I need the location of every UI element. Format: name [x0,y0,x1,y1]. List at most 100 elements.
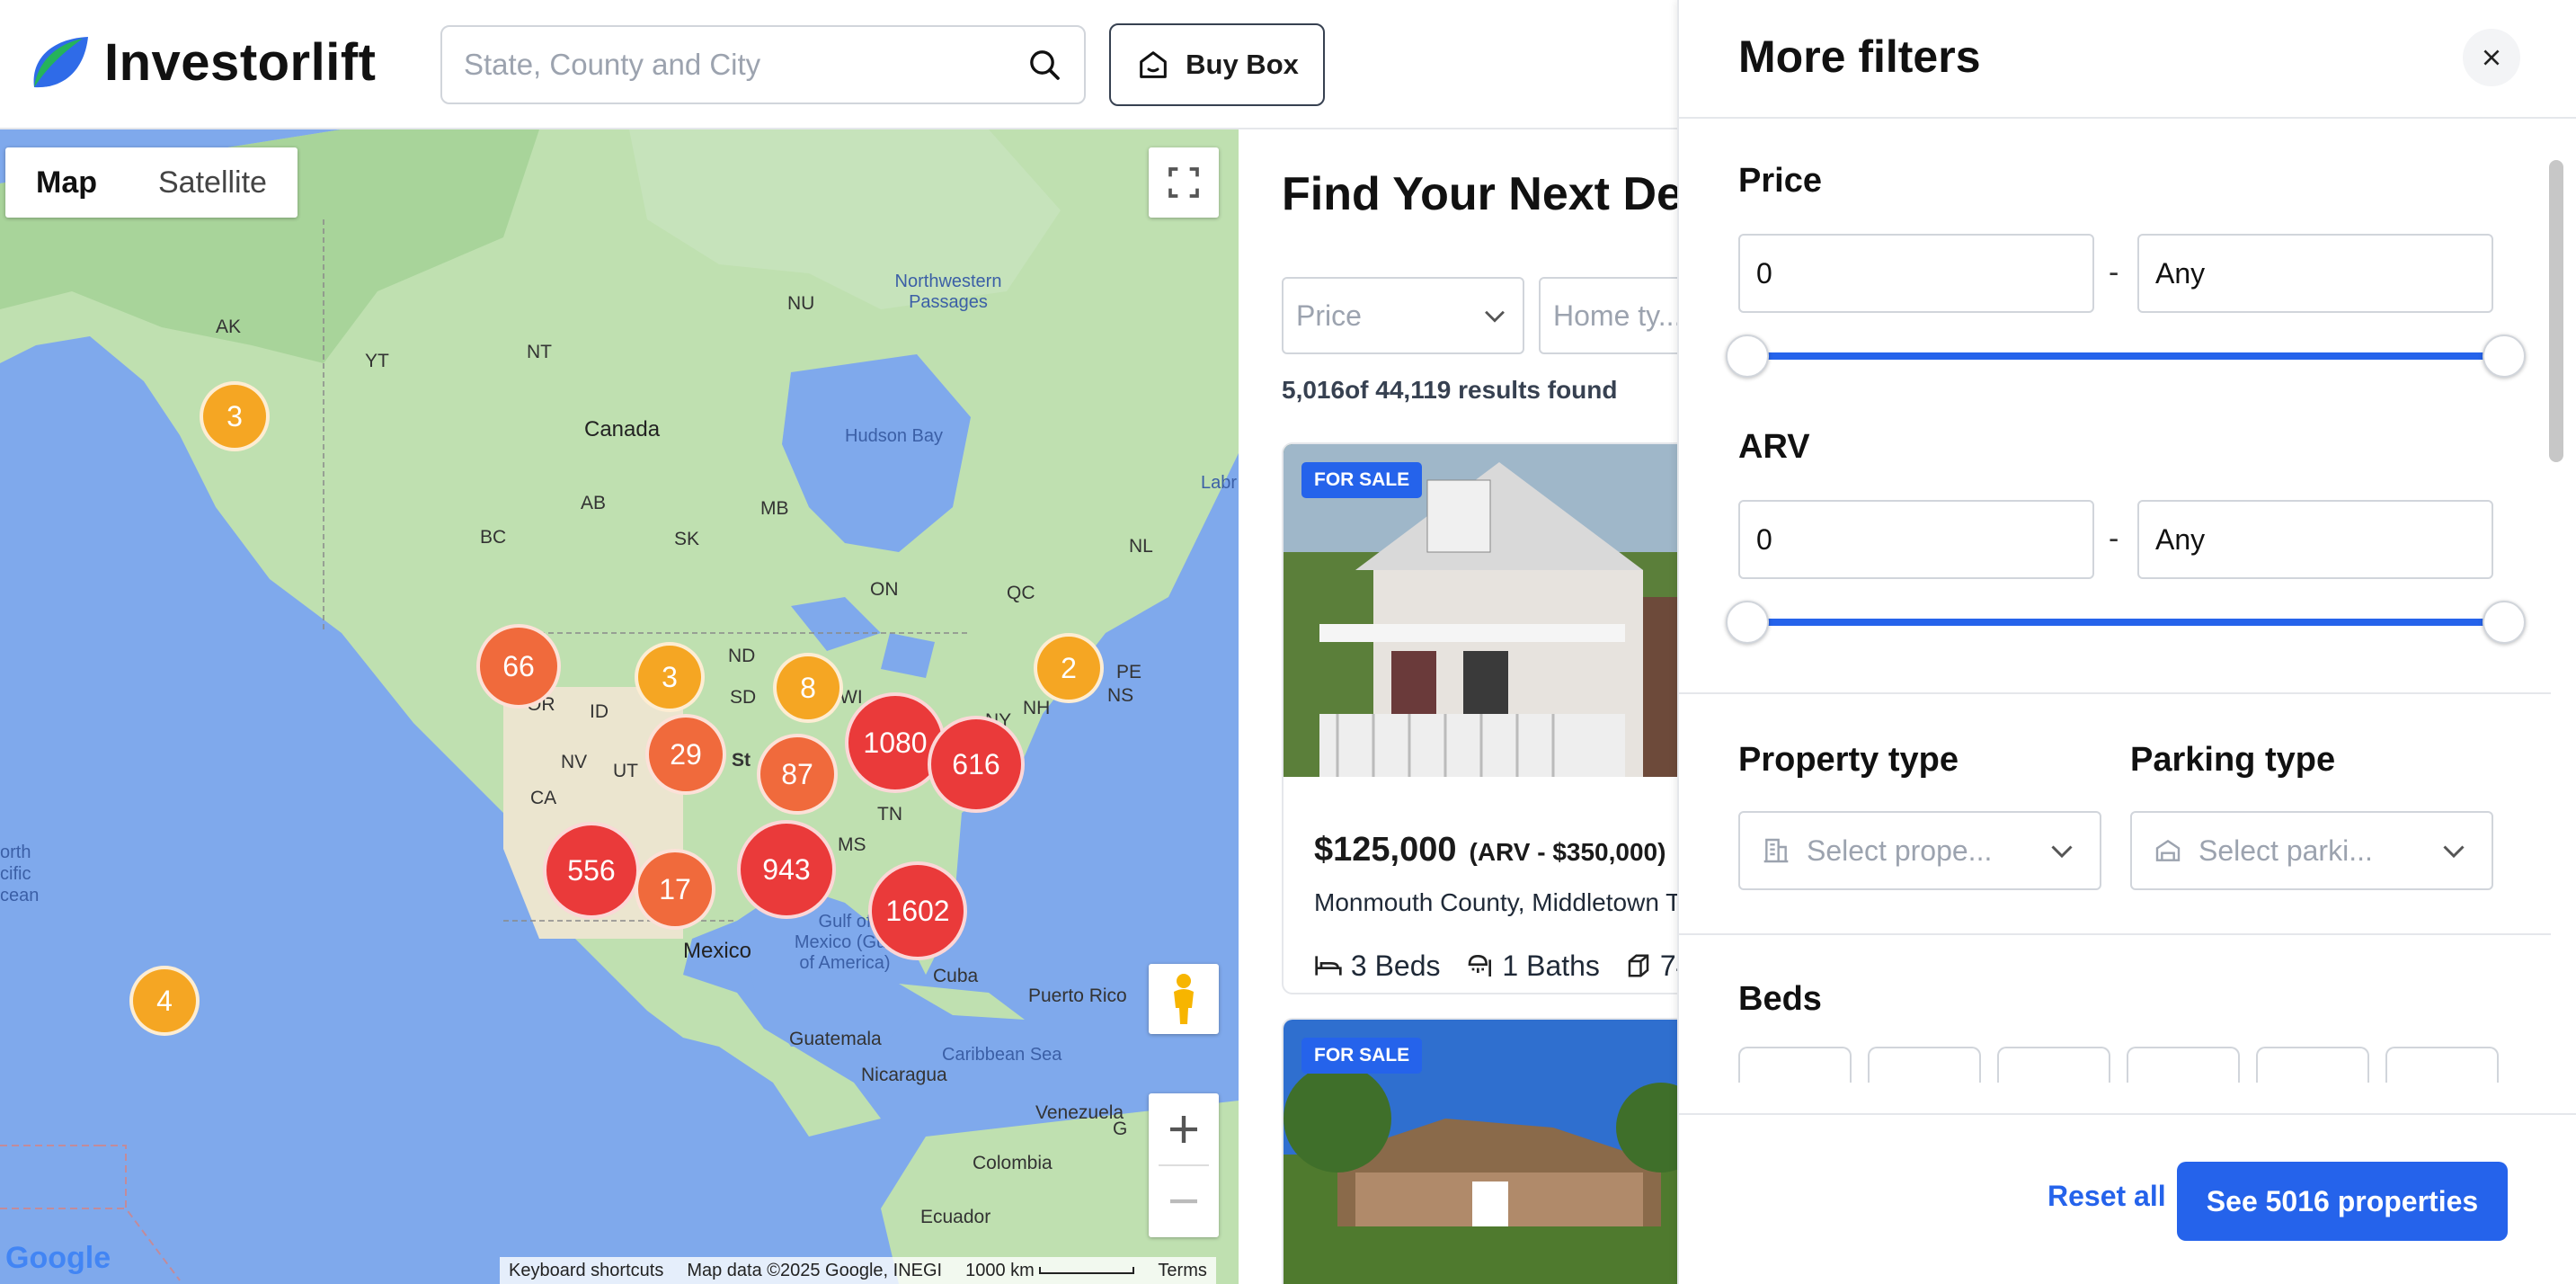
map-cluster[interactable]: 4 [129,966,200,1036]
map-type-satellite[interactable]: Satellite [128,147,298,218]
app-root: Investorlift Buy Box [0,0,2576,1284]
map-cluster[interactable]: 3 [635,642,705,712]
map-label-northwestern-passages: Northwestern Passages [894,272,1002,312]
map-label-venezuela: Venezuela [1035,1102,1124,1123]
chevron-down-icon [2051,845,2073,859]
map-cluster[interactable]: 2 [1034,633,1104,703]
map-cluster[interactable]: 8 [773,653,843,723]
map-cluster[interactable]: 943 [737,820,836,919]
brand-logo[interactable]: Investorlift [29,32,377,93]
home-type-filter-dropdown[interactable]: Home ty... [1539,277,1677,354]
price-slider-max-handle[interactable] [2483,334,2526,378]
chevron-down-icon [1485,310,1505,323]
section-divider [1679,933,2551,935]
property-specs: 3 Beds 1 Baths 74 [1314,950,1677,983]
keyboard-shortcuts-link[interactable]: Keyboard shortcuts [509,1261,663,1281]
location-search[interactable] [440,25,1086,104]
beds-option[interactable] [1868,1047,1981,1083]
house-icon [1140,51,1167,78]
price-slider-min-handle[interactable] [1726,334,1769,378]
property-map[interactable]: Map Satellite Canada Mexico Hudson Bay N… [0,129,1239,1284]
map-cluster[interactable]: 3 [200,381,270,451]
beds-option[interactable] [2385,1047,2499,1083]
plus-icon [1170,1115,1197,1143]
drawer-title: More filters [1738,31,1981,82]
map-cluster[interactable]: 66 [476,624,561,709]
arv-min-input[interactable] [1738,500,2094,579]
map-label-caribbean: Caribbean Sea [942,1045,1062,1065]
property-price: $125,000 (ARV - $350,000) [1314,831,1666,869]
map-cluster[interactable]: 17 [635,849,715,930]
reset-all-button[interactable]: Reset all [2047,1180,2166,1213]
map-cluster[interactable]: 1602 [868,861,967,960]
close-drawer-button[interactable] [2463,29,2520,86]
map-cluster[interactable]: 29 [645,714,726,795]
price-min-input[interactable] [1738,234,2094,313]
drawer-footer: Reset all See 5016 properties [1679,1113,2576,1284]
map-label-nt: NT [527,342,552,362]
beds-option[interactable] [1738,1047,1852,1083]
arv-value: (ARV - $350,000) [1469,838,1666,866]
for-sale-badge: FOR SALE [1301,462,1423,498]
location-search-input[interactable] [464,48,1026,82]
map-label-id: ID [590,701,608,722]
price-max-input[interactable] [2137,234,2493,313]
property-type-title: Property type [1738,741,1959,779]
arv-slider-max-handle[interactable] [2483,601,2526,644]
buy-box-button[interactable]: Buy Box [1109,23,1325,106]
property-photo[interactable]: FOR SALE [1284,1020,1677,1284]
map-label-ms: MS [838,834,866,855]
map-cluster[interactable]: 556 [543,822,640,919]
zoom-in-button[interactable] [1149,1093,1219,1164]
terms-link[interactable]: Terms [1158,1261,1206,1281]
drawer-scrollbar[interactable] [2549,160,2563,462]
map-label-pacific: orth cific cean [0,843,40,905]
map-scale-label: 1000 km [965,1260,1035,1280]
close-icon [2483,49,2500,66]
map-label-ns: NS [1107,685,1134,706]
map-data-credit: Map data ©2025 Google, INEGI [687,1260,943,1280]
parking-type-select[interactable]: Select parki... [2130,811,2493,890]
fullscreen-button[interactable] [1149,147,1219,218]
price-filter-dropdown[interactable]: Price [1282,277,1524,354]
section-divider [1679,692,2551,694]
results-count: 5,016of 44,119 results found [1282,376,1618,404]
price-slider-track[interactable] [1747,352,2504,360]
map-attribution: Keyboard shortcuts Map data ©2025 Google… [500,1257,1216,1284]
arv-slider-track[interactable] [1747,619,2504,626]
map-type-map[interactable]: Map [5,147,128,218]
beds-option[interactable] [2256,1047,2369,1083]
sqft-value: 74 [1659,950,1677,982]
property-photo[interactable]: FOR SALE [1284,444,1677,777]
shower-icon [1468,954,1491,976]
property-card[interactable]: FOR SALE $125,000 (ARV - $350,000) Monmou… [1282,442,1677,994]
property-type-placeholder: Select prope... [1807,834,1993,867]
map-label-puerto-rico: Puerto Rico [1028,985,1127,1006]
map-label-nu: NU [787,293,815,314]
map-label-nv: NV [561,752,588,772]
property-type-select[interactable]: Select prope... [1738,811,2101,890]
parking-type-title: Parking type [2130,741,2336,779]
map-scale-bar [1039,1267,1135,1275]
street-view-button[interactable] [1149,964,1219,1034]
arv-max-input[interactable] [2137,500,2493,579]
beds-option[interactable] [1997,1047,2110,1083]
beds-option[interactable] [2127,1047,2240,1083]
map-label-cuba: Cuba [933,966,979,986]
map-label-ab: AB [581,493,607,513]
search-icon[interactable] [1026,47,1062,83]
arv-slider-min-handle[interactable] [1726,601,1769,644]
map-cluster[interactable]: 87 [757,734,838,815]
cube-icon [1628,954,1649,977]
building-icon [1763,838,1789,863]
beds-spec: 3 Beds [1314,950,1441,983]
more-filters-drawer: More filters Price - ARV - Property type… [1677,0,2576,1284]
zoom-out-button[interactable] [1149,1166,1219,1237]
google-logo-text: Google [5,1241,111,1275]
map-cluster[interactable]: 616 [928,716,1025,813]
property-card[interactable]: FOR SALE [1282,1018,1677,1284]
map-label-g: G [1113,1119,1128,1139]
see-properties-button[interactable]: See 5016 properties [2177,1162,2508,1241]
map-label-bc: BC [480,527,507,548]
price-filter-label: Price [1296,299,1362,332]
